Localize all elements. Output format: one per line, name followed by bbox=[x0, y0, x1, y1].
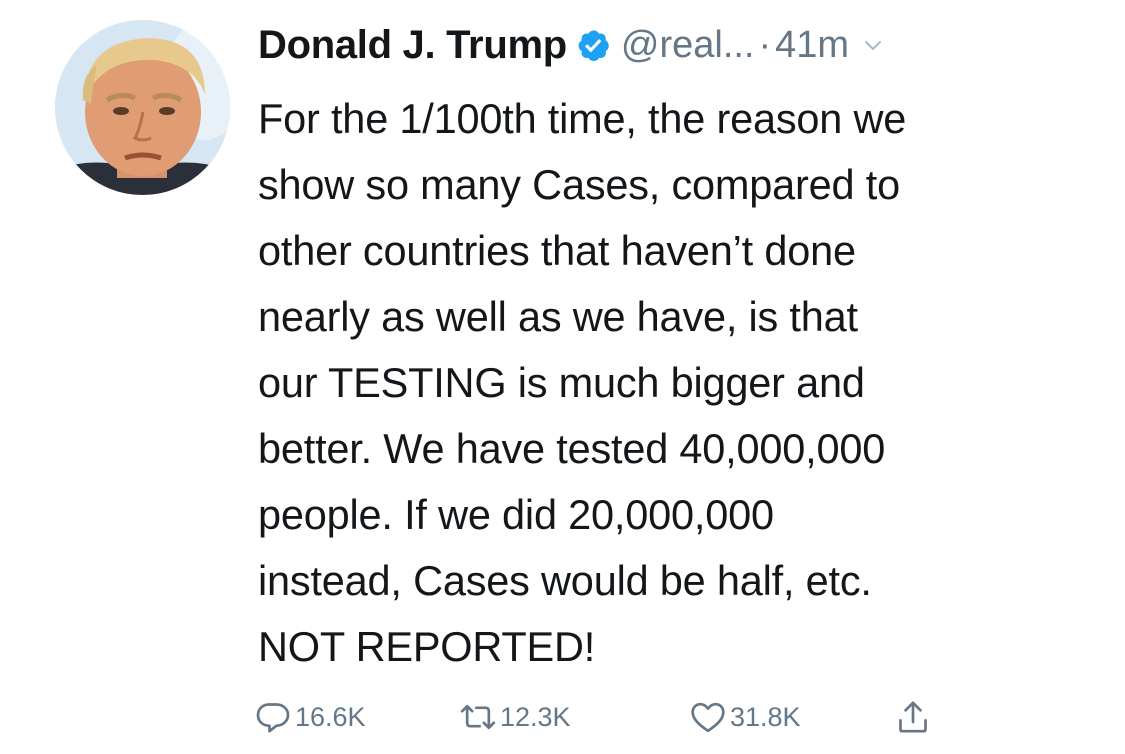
tweet[interactable]: Donald J. Trump @real... · 41m For the 1… bbox=[0, 0, 1125, 754]
tweet-text-line: NOT REPORTED! bbox=[258, 623, 596, 670]
timestamp[interactable]: 41m bbox=[775, 24, 849, 67]
tweet-text-line: show so many Cases, compared to bbox=[258, 161, 900, 208]
handle[interactable]: @real... bbox=[621, 24, 755, 67]
share-button[interactable] bbox=[893, 695, 933, 739]
avatar-image bbox=[55, 20, 230, 195]
retweet-count: 12.3K bbox=[500, 701, 571, 732]
tweet-text-line: our TESTING is much bigger and bbox=[258, 359, 865, 406]
retweet-button[interactable]: 12.3K bbox=[458, 695, 571, 739]
tweet-text-line: instead, Cases would be half, etc. bbox=[258, 557, 872, 604]
like-count: 31.8K bbox=[730, 701, 801, 732]
reply-icon bbox=[253, 697, 293, 737]
tweet-text-line: better. We have tested 40,000,000 bbox=[258, 425, 886, 472]
separator-dot: · bbox=[758, 23, 772, 66]
tweet-text-line: people. If we did 20,000,000 bbox=[258, 491, 774, 538]
chevron-down-icon[interactable] bbox=[863, 35, 883, 55]
tweet-text-line: other countries that haven’t done bbox=[258, 227, 856, 274]
reply-button[interactable]: 16.6K bbox=[253, 695, 366, 739]
tweet-text-line: For the 1/100th time, the reason we bbox=[258, 95, 907, 142]
avatar[interactable] bbox=[55, 20, 230, 195]
heart-icon bbox=[688, 697, 728, 737]
retweet-icon bbox=[458, 697, 498, 737]
like-button[interactable]: 31.8K bbox=[688, 695, 801, 739]
tweet-actions: 16.6K 12.3K 31.8K bbox=[253, 695, 973, 739]
reply-count: 16.6K bbox=[295, 701, 366, 732]
tweet-text-line: nearly as well as we have, is that bbox=[258, 293, 858, 340]
share-icon bbox=[893, 697, 933, 737]
display-name[interactable]: Donald J. Trump bbox=[258, 23, 567, 68]
tweet-text: For the 1/100th time, the reason we show… bbox=[258, 86, 1098, 680]
verified-badge-icon bbox=[575, 27, 611, 63]
tweet-header: Donald J. Trump @real... · 41m bbox=[258, 18, 883, 72]
